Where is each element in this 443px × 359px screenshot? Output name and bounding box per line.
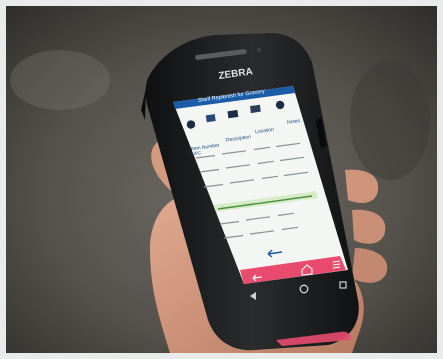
floor-shadow — [350, 60, 430, 180]
floor-highlight — [10, 50, 110, 110]
truck-icon[interactable] — [205, 114, 216, 123]
calendar-icon[interactable] — [227, 109, 239, 119]
photo-scene: ZEBRA Shelf Replenish for Grocery Item N… — [0, 0, 443, 359]
chart-icon[interactable] — [249, 104, 261, 114]
front-camera — [256, 47, 262, 53]
